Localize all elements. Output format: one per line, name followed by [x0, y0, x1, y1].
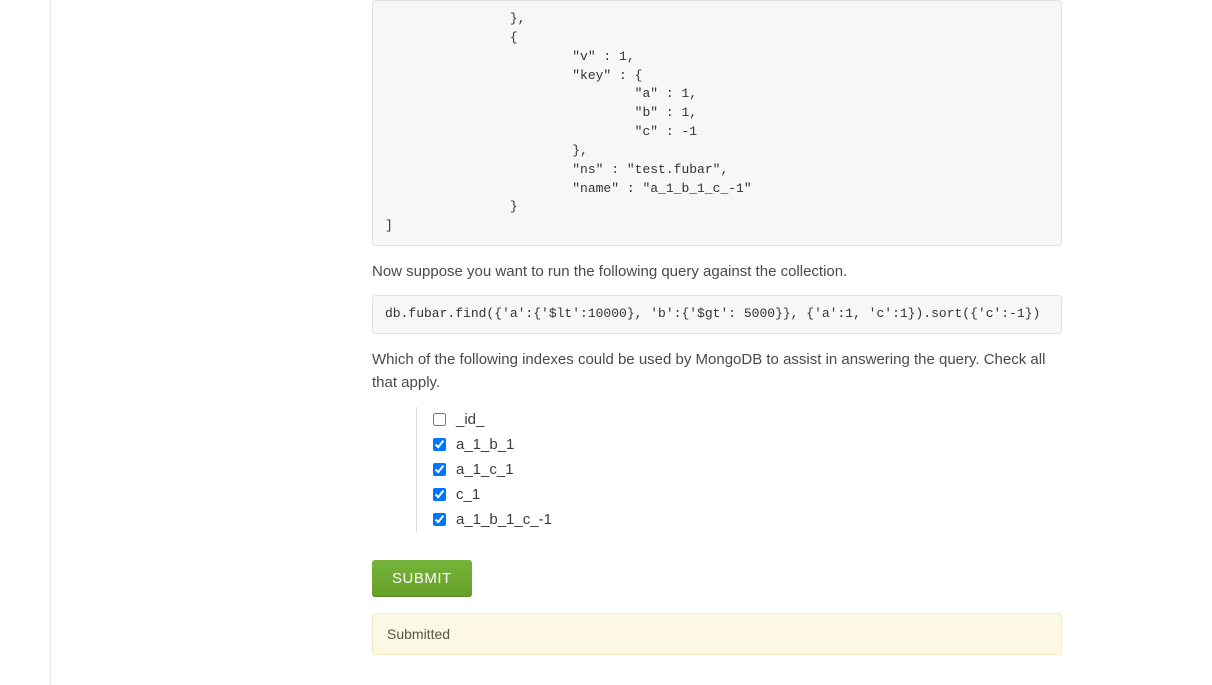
option-a1b1c-1-checkbox[interactable] [433, 513, 446, 526]
content-area: }, { "v" : 1, "key" : { "a" : 1, "b" : 1… [0, 0, 1212, 655]
option-a1c1[interactable]: a_1_c_1 [433, 457, 1062, 482]
prose-query-intro: Now suppose you want to run the followin… [372, 260, 1062, 283]
option-label: c_1 [456, 486, 480, 503]
option-id-checkbox[interactable] [433, 413, 446, 426]
option-label: _id_ [456, 411, 484, 428]
option-label: a_1_c_1 [456, 461, 514, 478]
option-label: a_1_b_1_c_-1 [456, 511, 552, 528]
answer-options: _id_ a_1_b_1 a_1_c_1 c_1 a_1_b_1_c_-1 [416, 407, 1062, 532]
option-a1b1-checkbox[interactable] [433, 438, 446, 451]
submit-button[interactable]: Submit [372, 560, 472, 597]
prose-question: Which of the following indexes could be … [372, 348, 1062, 395]
option-a1b1[interactable]: a_1_b_1 [433, 432, 1062, 457]
code-block-index-listing: }, { "v" : 1, "key" : { "a" : 1, "b" : 1… [372, 0, 1062, 246]
status-badge: Submitted [372, 613, 1062, 655]
option-label: a_1_b_1 [456, 436, 514, 453]
option-a1c1-checkbox[interactable] [433, 463, 446, 476]
option-c1-checkbox[interactable] [433, 488, 446, 501]
option-c1[interactable]: c_1 [433, 482, 1062, 507]
sidebar-divider [50, 0, 51, 685]
option-id[interactable]: _id_ [433, 407, 1062, 432]
option-a1b1c-1[interactable]: a_1_b_1_c_-1 [433, 507, 1062, 532]
code-block-query: db.fubar.find({'a':{'$lt':10000}, 'b':{'… [372, 295, 1062, 334]
